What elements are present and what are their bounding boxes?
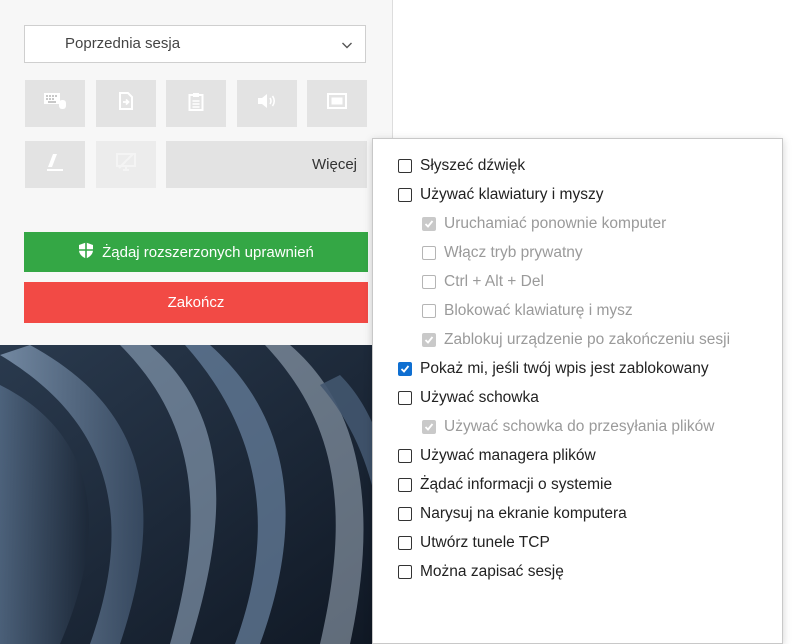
menu-item-checkbox[interactable]: [398, 391, 412, 405]
menu-item-checkbox: [422, 217, 436, 231]
speaker-icon: [257, 93, 277, 114]
menu-item[interactable]: Słyszeć dźwięk: [373, 155, 782, 177]
menu-item-label: Używać managera plików: [420, 447, 596, 464]
keyboard-button[interactable]: [25, 80, 85, 127]
remote-desktop-wallpaper: [0, 345, 400, 644]
menu-item-checkbox[interactable]: [398, 159, 412, 173]
clipboard-button[interactable]: [166, 80, 226, 127]
menu-item-checkbox: [422, 275, 436, 289]
request-elevated-rights-label: Żądaj rozszerzonych uprawnień: [102, 243, 314, 261]
menu-item[interactable]: Żądać informacji o systemie: [373, 474, 782, 496]
menu-item: Używać schowka do przesyłania plików: [373, 416, 782, 438]
menu-item-label: Ctrl + Alt + Del: [444, 273, 544, 290]
menu-item-checkbox[interactable]: [398, 188, 412, 202]
menu-item-label: Pokaż mi, jeśli twój wpis jest zablokowa…: [420, 360, 709, 377]
send-file-icon: [118, 92, 134, 115]
menu-item: Zablokuj urządzenie po zakończeniu sesji: [373, 329, 782, 351]
draw-pen-icon: [45, 152, 65, 177]
more-button-label: Więcej: [311, 156, 357, 173]
menu-item: Uruchamiać ponownie komputer: [373, 213, 782, 235]
menu-item-checkbox[interactable]: [398, 449, 412, 463]
screen-button[interactable]: [307, 80, 367, 127]
menu-item-label: Blokować klawiaturę i mysz: [444, 302, 633, 319]
menu-item[interactable]: Narysuj na ekranie komputera: [373, 503, 782, 525]
menu-item-checkbox: [422, 333, 436, 347]
menu-item-label: Słyszeć dźwięk: [420, 157, 526, 174]
monitor-disabled-button: [96, 141, 156, 188]
menu-item-checkbox: [422, 420, 436, 434]
menu-item-label: Zablokuj urządzenie po zakończeniu sesji: [444, 331, 731, 348]
menu-item-label: Używać schowka: [420, 389, 539, 406]
menu-item: Włącz tryb prywatny: [373, 242, 782, 264]
monitor-disabled-icon: [116, 153, 136, 176]
menu-item[interactable]: Można zapisać sesję: [373, 561, 782, 583]
session-select[interactable]: Poprzednia sesja: [24, 25, 366, 63]
permissions-menu: Słyszeć dźwięk Używać klawiatury i myszy U…: [372, 138, 783, 644]
menu-item-label: Narysuj na ekranie komputera: [420, 505, 627, 522]
wallpaper-waves: [0, 345, 400, 644]
send-file-button[interactable]: [96, 80, 156, 127]
session-select-value: Poprzednia sesja: [65, 35, 181, 52]
clipboard-icon: [188, 92, 204, 116]
menu-item-label: Używać klawiatury i myszy: [420, 186, 604, 203]
menu-item-label: Włącz tryb prywatny: [444, 244, 583, 261]
shield-icon: [78, 242, 94, 263]
sound-button[interactable]: [237, 80, 297, 127]
menu-item-label: Żądać informacji o systemie: [420, 476, 613, 493]
menu-item-label: Można zapisać sesję: [420, 563, 564, 580]
menu-item-checkbox[interactable]: [398, 536, 412, 550]
more-button[interactable]: Więcej: [166, 141, 367, 188]
menu-item[interactable]: Pokaż mi, jeśli twój wpis jest zablokowa…: [373, 358, 782, 380]
menu-item[interactable]: Używać managera plików: [373, 445, 782, 467]
menu-item-checkbox[interactable]: [398, 478, 412, 492]
screen-icon: [327, 93, 347, 114]
menu-item: Ctrl + Alt + Del: [373, 271, 782, 293]
menu-item-checkbox[interactable]: [398, 362, 412, 376]
menu-item: Blokować klawiaturę i mysz: [373, 300, 782, 322]
menu-item-checkbox[interactable]: [398, 507, 412, 521]
menu-item-label: Używać schowka do przesyłania plików: [444, 418, 715, 435]
draw-button[interactable]: [25, 141, 85, 188]
keyboard-icon: [44, 93, 66, 114]
menu-item-checkbox[interactable]: [398, 565, 412, 579]
end-session-button[interactable]: Zakończ: [24, 282, 368, 323]
menu-item-label: Utwórz tunele TCP: [420, 534, 550, 551]
end-session-label: Zakończ: [167, 294, 225, 311]
menu-item[interactable]: Używać klawiatury i myszy: [373, 184, 782, 206]
menu-item-checkbox: [422, 304, 436, 318]
session-control-panel: Poprzednia sesja Więcej Żądaj rozszerzon…: [0, 0, 393, 345]
menu-item[interactable]: Utwórz tunele TCP: [373, 532, 782, 554]
menu-item-checkbox: [422, 246, 436, 260]
menu-item[interactable]: Używać schowka: [373, 387, 782, 409]
menu-item-label: Uruchamiać ponownie komputer: [444, 215, 667, 232]
request-elevated-rights-button[interactable]: Żądaj rozszerzonych uprawnień: [24, 232, 368, 272]
chevron-down-icon: [341, 38, 353, 56]
